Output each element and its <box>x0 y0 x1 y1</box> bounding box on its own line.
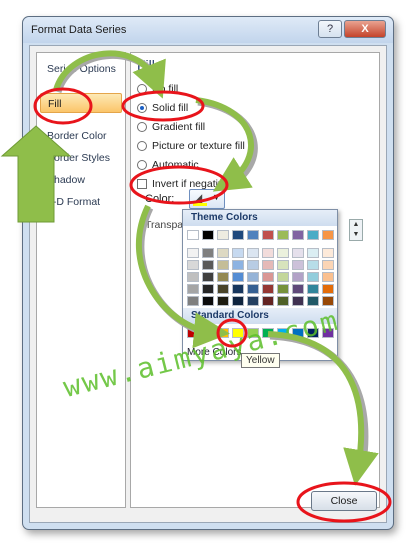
highlight-circle <box>129 165 229 205</box>
highlight-circle <box>216 318 248 348</box>
tutorial-annotations <box>0 50 392 523</box>
big-up-arrow-icon <box>0 125 72 223</box>
highlight-circle <box>296 481 392 523</box>
guide-arrow-icon <box>135 204 230 349</box>
highlight-circle <box>33 87 93 125</box>
guide-arrow-icon <box>267 331 379 486</box>
guide-arrow-icon <box>269 332 369 471</box>
highlight-circle <box>121 90 205 122</box>
guide-arrow-icon <box>54 51 164 94</box>
